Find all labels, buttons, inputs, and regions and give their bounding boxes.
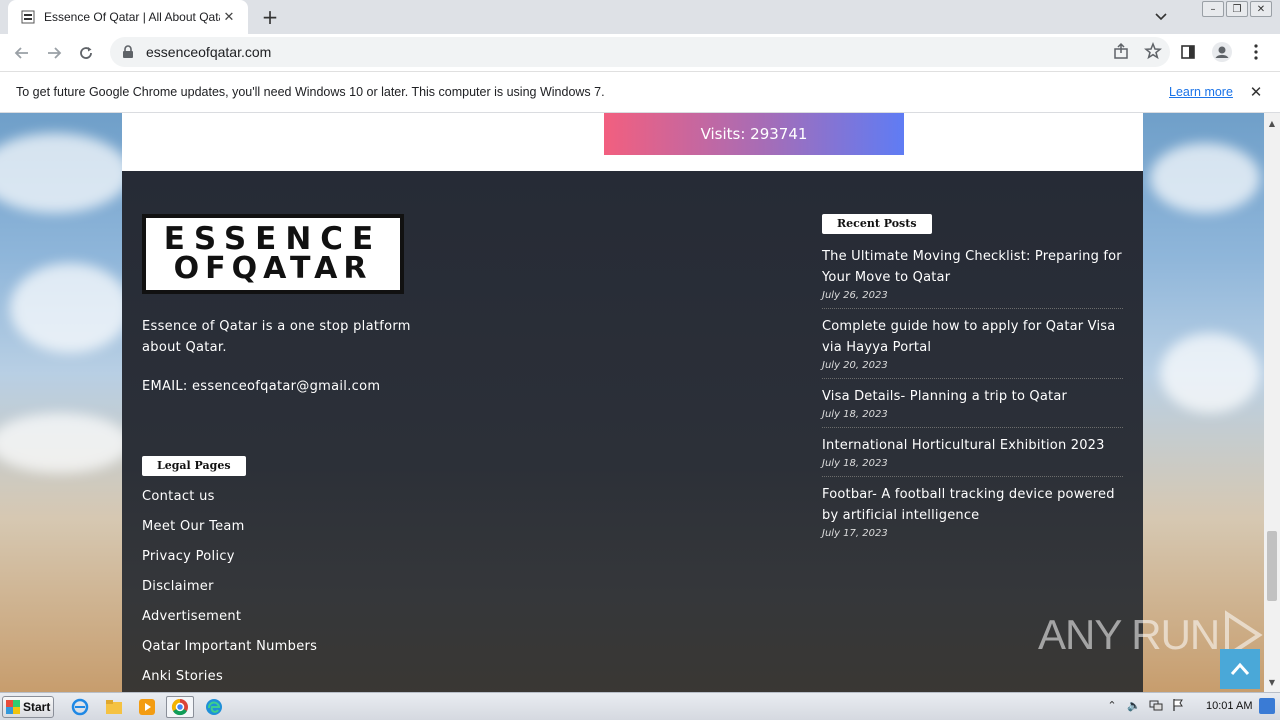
start-label: Start: [23, 700, 51, 714]
infobar-message: To get future Google Chrome updates, you…: [16, 85, 605, 99]
profile-avatar-icon[interactable]: [1208, 37, 1236, 67]
sky-cloud: [1150, 143, 1260, 213]
start-button[interactable]: Start: [2, 696, 54, 718]
system-tray: ⌃ 🔈: [1104, 697, 1186, 713]
minimize-button[interactable]: –: [1202, 1, 1224, 17]
page-scrollbar[interactable]: ▲ ▼: [1264, 113, 1280, 692]
sky-cloud: [1160, 333, 1260, 413]
side-panel-icon[interactable]: [1174, 37, 1202, 67]
site-logo[interactable]: ESSENCE OFQATAR: [142, 214, 404, 294]
sky-cloud: [10, 263, 130, 353]
post-date: July 18, 2023: [822, 458, 888, 469]
scroll-to-top-button[interactable]: [1220, 649, 1260, 689]
omnibox-actions: [1112, 41, 1162, 64]
update-infobar: To get future Google Chrome updates, you…: [0, 71, 1280, 113]
post-title-link[interactable]: Footbar- A football tracking device powe…: [822, 484, 1123, 526]
edge-taskbar-icon[interactable]: [200, 696, 228, 718]
post-title-link[interactable]: Complete guide how to apply for Qatar Vi…: [822, 316, 1123, 358]
scroll-down-arrow-icon[interactable]: ▼: [1264, 674, 1280, 690]
logo-line-2: OFQATAR: [173, 251, 373, 286]
post-title-link[interactable]: Visa Details- Planning a trip to Qatar: [822, 386, 1123, 407]
new-tab-button[interactable]: +: [258, 5, 282, 29]
legal-links-list: Contact us Meet Our Team Privacy Policy …: [142, 489, 317, 692]
close-window-button[interactable]: ✕: [1250, 1, 1272, 17]
legal-link-team[interactable]: Meet Our Team: [142, 519, 317, 549]
restore-button[interactable]: ❐: [1226, 1, 1248, 17]
share-icon[interactable]: [1112, 42, 1130, 64]
network-icon[interactable]: [1148, 697, 1164, 713]
file-explorer-icon[interactable]: [100, 696, 128, 718]
lock-icon[interactable]: [122, 45, 136, 59]
recent-posts-title: Recent Posts: [822, 214, 932, 234]
page-viewport: Visits: 293741 ESSENCE OFQATAR Essence o…: [0, 113, 1264, 692]
post-title-link[interactable]: International Horticultural Exhibition 2…: [822, 435, 1123, 456]
sky-cloud: [0, 133, 130, 213]
content-area: Visits: 293741: [122, 113, 1143, 171]
recent-post: Complete guide how to apply for Qatar Vi…: [822, 316, 1123, 379]
back-button[interactable]: [6, 37, 38, 69]
tab-search-chevron-icon[interactable]: [1151, 8, 1171, 26]
footer-about-text: Essence of Qatar is a one stop platform …: [142, 319, 411, 355]
legal-link-disclaimer[interactable]: Disclaimer: [142, 579, 317, 609]
infobar-close-icon[interactable]: ✕: [1248, 83, 1264, 101]
recent-post: The Ultimate Moving Checklist: Preparing…: [822, 246, 1123, 309]
site-footer: ESSENCE OFQATAR Essence of Qatar is a on…: [122, 171, 1143, 692]
logo-line-1: ESSENCE: [163, 221, 383, 257]
scrollbar-thumb[interactable]: [1267, 531, 1277, 601]
media-player-icon[interactable]: [133, 696, 161, 718]
menu-kebab-icon[interactable]: [1242, 37, 1270, 67]
post-date: July 20, 2023: [822, 360, 888, 371]
taskbar-clock[interactable]: 10:01 AM: [1206, 700, 1252, 712]
sky-cloud: [0, 413, 130, 473]
footer-email: EMAIL: essenceofqatar@gmail.com: [142, 379, 381, 394]
recent-post: Footbar- A football tracking device powe…: [822, 484, 1123, 546]
windows-taskbar: Start ⌃ 🔈 10:01 AM: [0, 692, 1280, 720]
learn-more-link[interactable]: Learn more: [1169, 85, 1233, 99]
legal-link-privacy[interactable]: Privacy Policy: [142, 549, 317, 579]
tab-strip: Essence Of Qatar | All About Qatar ✕ + –…: [0, 0, 1280, 34]
post-title-link[interactable]: The Ultimate Moving Checklist: Preparing…: [822, 246, 1123, 288]
tab-title: Essence Of Qatar | All About Qatar: [44, 10, 220, 24]
reload-button[interactable]: [70, 37, 102, 69]
legal-link-contact[interactable]: Contact us: [142, 489, 317, 519]
legal-link-numbers[interactable]: Qatar Important Numbers: [142, 639, 317, 669]
browser-toolbar: essenceofqatar.com: [0, 34, 1280, 71]
show-desktop-button[interactable]: [1259, 698, 1275, 714]
watermark-text: ANY RUN: [1038, 611, 1220, 658]
action-center-flag-icon[interactable]: [1170, 697, 1186, 713]
tab-close-icon[interactable]: ✕: [220, 8, 238, 26]
toolbar-right-icons: [1174, 37, 1270, 67]
browser-tab[interactable]: Essence Of Qatar | All About Qatar ✕: [8, 0, 248, 34]
forward-button[interactable]: [38, 37, 70, 69]
chevron-up-icon: [1230, 662, 1250, 675]
post-date: July 26, 2023: [822, 290, 888, 301]
visit-counter: Visits: 293741: [604, 113, 904, 155]
chrome-taskbar-icon[interactable]: [166, 696, 194, 718]
legal-link-advertisement[interactable]: Advertisement: [142, 609, 317, 639]
url-text: essenceofqatar.com: [146, 44, 272, 60]
site-favicon-icon: [20, 9, 36, 25]
post-date: July 18, 2023: [822, 409, 888, 420]
scroll-up-arrow-icon[interactable]: ▲: [1264, 115, 1280, 131]
recent-post: Visa Details- Planning a trip to Qatar J…: [822, 386, 1123, 428]
recent-posts-list: The Ultimate Moving Checklist: Preparing…: [822, 246, 1123, 553]
legal-pages-title: Legal Pages: [142, 456, 246, 476]
address-bar[interactable]: essenceofqatar.com: [110, 37, 1170, 67]
tray-expand-icon[interactable]: ⌃: [1104, 697, 1120, 713]
bookmark-star-icon[interactable]: [1144, 41, 1162, 64]
window-controls: – ❐ ✕: [1202, 1, 1272, 17]
recent-post: International Horticultural Exhibition 2…: [822, 435, 1123, 477]
legal-link-anki[interactable]: Anki Stories: [142, 669, 317, 692]
post-date: July 17, 2023: [822, 528, 888, 539]
volume-icon[interactable]: 🔈: [1126, 697, 1142, 713]
windows-logo-icon: [6, 700, 20, 714]
internet-explorer-icon[interactable]: [66, 696, 94, 718]
